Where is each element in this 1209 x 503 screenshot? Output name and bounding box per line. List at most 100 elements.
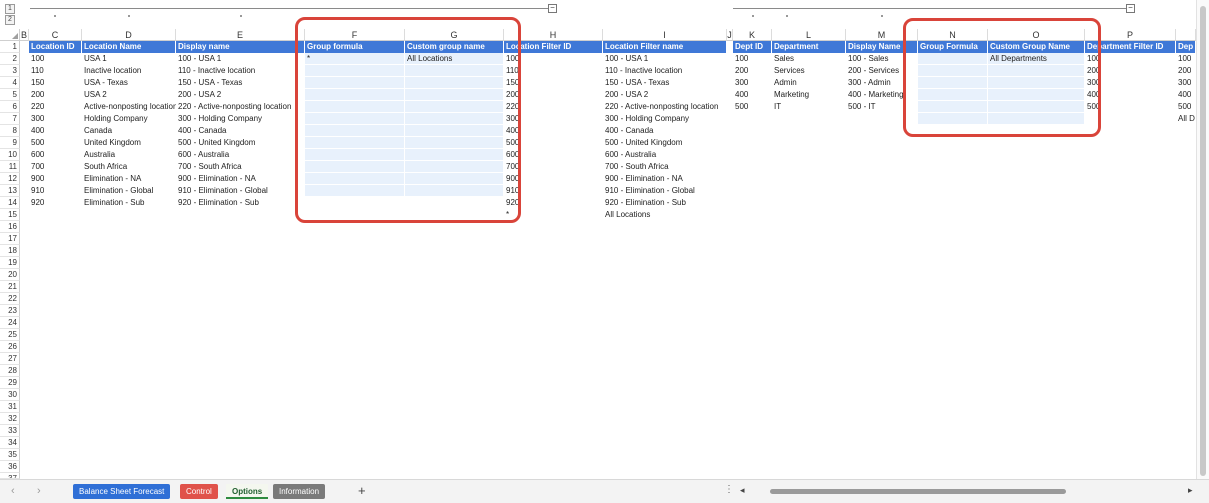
location-name-cell[interactable]: United Kingdom: [82, 137, 176, 149]
location-name-cell[interactable]: Elimination - Sub: [82, 197, 176, 209]
group-formula-cell[interactable]: [305, 77, 405, 89]
location-filter-id-cell[interactable]: 150: [504, 77, 603, 89]
collapse-group-button[interactable]: −: [1126, 4, 1135, 13]
column-header-n[interactable]: N: [918, 29, 988, 41]
department-filter-name-cell[interactable]: 500: [1176, 101, 1196, 113]
group-formula-cell[interactable]: [305, 137, 405, 149]
location-filter-id-cell[interactable]: 220: [504, 101, 603, 113]
column-header-o[interactable]: O: [988, 29, 1085, 41]
location-filter-name-cell[interactable]: 700 - South Africa: [603, 161, 727, 173]
dept-group-formula-cell[interactable]: [918, 77, 988, 89]
department-filter-id-cell[interactable]: 200: [1085, 65, 1176, 77]
custom-group-name-cell[interactable]: [405, 125, 504, 137]
header-cell-department-filter-id[interactable]: Department Filter ID: [1085, 41, 1176, 53]
location-name-cell[interactable]: Holding Company: [82, 113, 176, 125]
row-header[interactable]: 1: [0, 41, 20, 53]
row-header[interactable]: 16: [0, 221, 20, 233]
custom-group-name-cell[interactable]: [405, 89, 504, 101]
column-header-i[interactable]: I: [603, 29, 727, 41]
column-header-b[interactable]: B: [20, 29, 29, 41]
location-filter-id-cell[interactable]: 100: [504, 53, 603, 65]
column-header-c[interactable]: C: [29, 29, 82, 41]
custom-group-name-cell[interactable]: [405, 65, 504, 77]
row-header[interactable]: 26: [0, 341, 20, 353]
sheet-tab-options[interactable]: Options: [226, 484, 269, 499]
row-header[interactable]: 9: [0, 137, 20, 149]
dept-custom-group-name-cell[interactable]: All Departments: [988, 53, 1085, 65]
dept-id-cell[interactable]: 200: [733, 65, 772, 77]
row-header[interactable]: 13: [0, 185, 20, 197]
display-name-cell[interactable]: 700 - South Africa: [176, 161, 305, 173]
department-cell[interactable]: Services: [772, 65, 846, 77]
row-header[interactable]: 23: [0, 305, 20, 317]
dept-id-cell[interactable]: 400: [733, 89, 772, 101]
custom-group-name-cell[interactable]: [405, 197, 504, 209]
location-id-cell[interactable]: 900: [29, 173, 82, 185]
column-header-k[interactable]: K: [733, 29, 772, 41]
header-cell-display-name[interactable]: Display name: [176, 41, 305, 53]
department-cell[interactable]: Sales: [772, 53, 846, 65]
dept-group-formula-cell[interactable]: [918, 89, 988, 101]
location-filter-id-cell[interactable]: 500: [504, 137, 603, 149]
row-header[interactable]: 27: [0, 353, 20, 365]
row-header[interactable]: 6: [0, 101, 20, 113]
location-name-cell[interactable]: Elimination - NA: [82, 173, 176, 185]
horizontal-scroll-thumb[interactable]: [770, 489, 1066, 494]
header-cell-dept-id[interactable]: Dept ID: [733, 41, 772, 53]
dept-display-name-cell[interactable]: 300 - Admin: [846, 77, 918, 89]
custom-group-name-cell[interactable]: [405, 185, 504, 197]
location-filter-name-cell[interactable]: 200 - USA 2: [603, 89, 727, 101]
sheet-tab-balance-sheet-forecast[interactable]: Balance Sheet Forecast: [73, 484, 171, 499]
row-header[interactable]: 33: [0, 425, 20, 437]
group-formula-cell[interactable]: [305, 149, 405, 161]
location-name-cell[interactable]: Active-nonposting location: [82, 101, 176, 113]
row-header[interactable]: 15: [0, 209, 20, 221]
location-filter-name-cell[interactable]: 110 - Inactive location: [603, 65, 727, 77]
header-cell-location-filter-id[interactable]: Location Filter ID: [504, 41, 603, 53]
column-header-q[interactable]: [1176, 29, 1196, 41]
vertical-scroll-thumb[interactable]: [1200, 6, 1206, 476]
row-header[interactable]: 32: [0, 413, 20, 425]
tab-split-handle-icon[interactable]: ⋮: [724, 484, 734, 495]
dept-display-name-cell[interactable]: 100 - Sales: [846, 53, 918, 65]
row-header[interactable]: 10: [0, 149, 20, 161]
row-header[interactable]: 34: [0, 437, 20, 449]
worksheet-grid[interactable]: Location ID Location Name Display name G…: [21, 41, 1196, 479]
header-cell-dept-filter-name[interactable]: Dep: [1176, 41, 1196, 53]
location-filter-name-cell[interactable]: 920 - Elimination - Sub: [603, 197, 727, 209]
row-header[interactable]: 11: [0, 161, 20, 173]
custom-group-name-cell[interactable]: [405, 101, 504, 113]
group-formula-cell[interactable]: *: [305, 53, 405, 65]
dept-id-cell[interactable]: 100: [733, 53, 772, 65]
location-filter-name-cell[interactable]: 220 - Active-nonposting location: [603, 101, 727, 113]
display-name-cell[interactable]: 910 - Elimination - Global: [176, 185, 305, 197]
row-header[interactable]: 4: [0, 77, 20, 89]
header-cell-location-filter-name[interactable]: Location Filter name: [603, 41, 727, 53]
dept-custom-group-name-cell[interactable]: [988, 65, 1085, 77]
location-id-cell[interactable]: 100: [29, 53, 82, 65]
department-filter-id-cell[interactable]: 300: [1085, 77, 1176, 89]
display-name-cell[interactable]: 400 - Canada: [176, 125, 305, 137]
display-name-cell[interactable]: 900 - Elimination - NA: [176, 173, 305, 185]
location-name-cell[interactable]: USA 1: [82, 53, 176, 65]
header-cell-location-name[interactable]: Location Name: [82, 41, 176, 53]
custom-group-name-cell[interactable]: [405, 137, 504, 149]
display-name-cell[interactable]: 220 - Active-nonposting location: [176, 101, 305, 113]
department-filter-name-cell[interactable]: 300: [1176, 77, 1196, 89]
department-filter-id-cell[interactable]: 500: [1085, 101, 1176, 113]
location-filter-id-cell[interactable]: 110: [504, 65, 603, 77]
prev-sheet-icon[interactable]: ‹: [11, 485, 15, 497]
department-cell[interactable]: Admin: [772, 77, 846, 89]
location-name-cell[interactable]: USA 2: [82, 89, 176, 101]
vertical-scrollbar[interactable]: [1196, 0, 1209, 479]
location-filter-name-cell[interactable]: 150 - USA - Texas: [603, 77, 727, 89]
sheet-tab-control[interactable]: Control: [180, 484, 218, 499]
display-name-cell[interactable]: 500 - United Kingdom: [176, 137, 305, 149]
column-header-m[interactable]: M: [846, 29, 918, 41]
row-header[interactable]: 18: [0, 245, 20, 257]
row-header[interactable]: 3: [0, 65, 20, 77]
location-filter-name-cell[interactable]: 600 - Australia: [603, 149, 727, 161]
row-header[interactable]: 21: [0, 281, 20, 293]
dept-display-name-cell[interactable]: 200 - Services: [846, 65, 918, 77]
group-formula-cell[interactable]: [305, 101, 405, 113]
